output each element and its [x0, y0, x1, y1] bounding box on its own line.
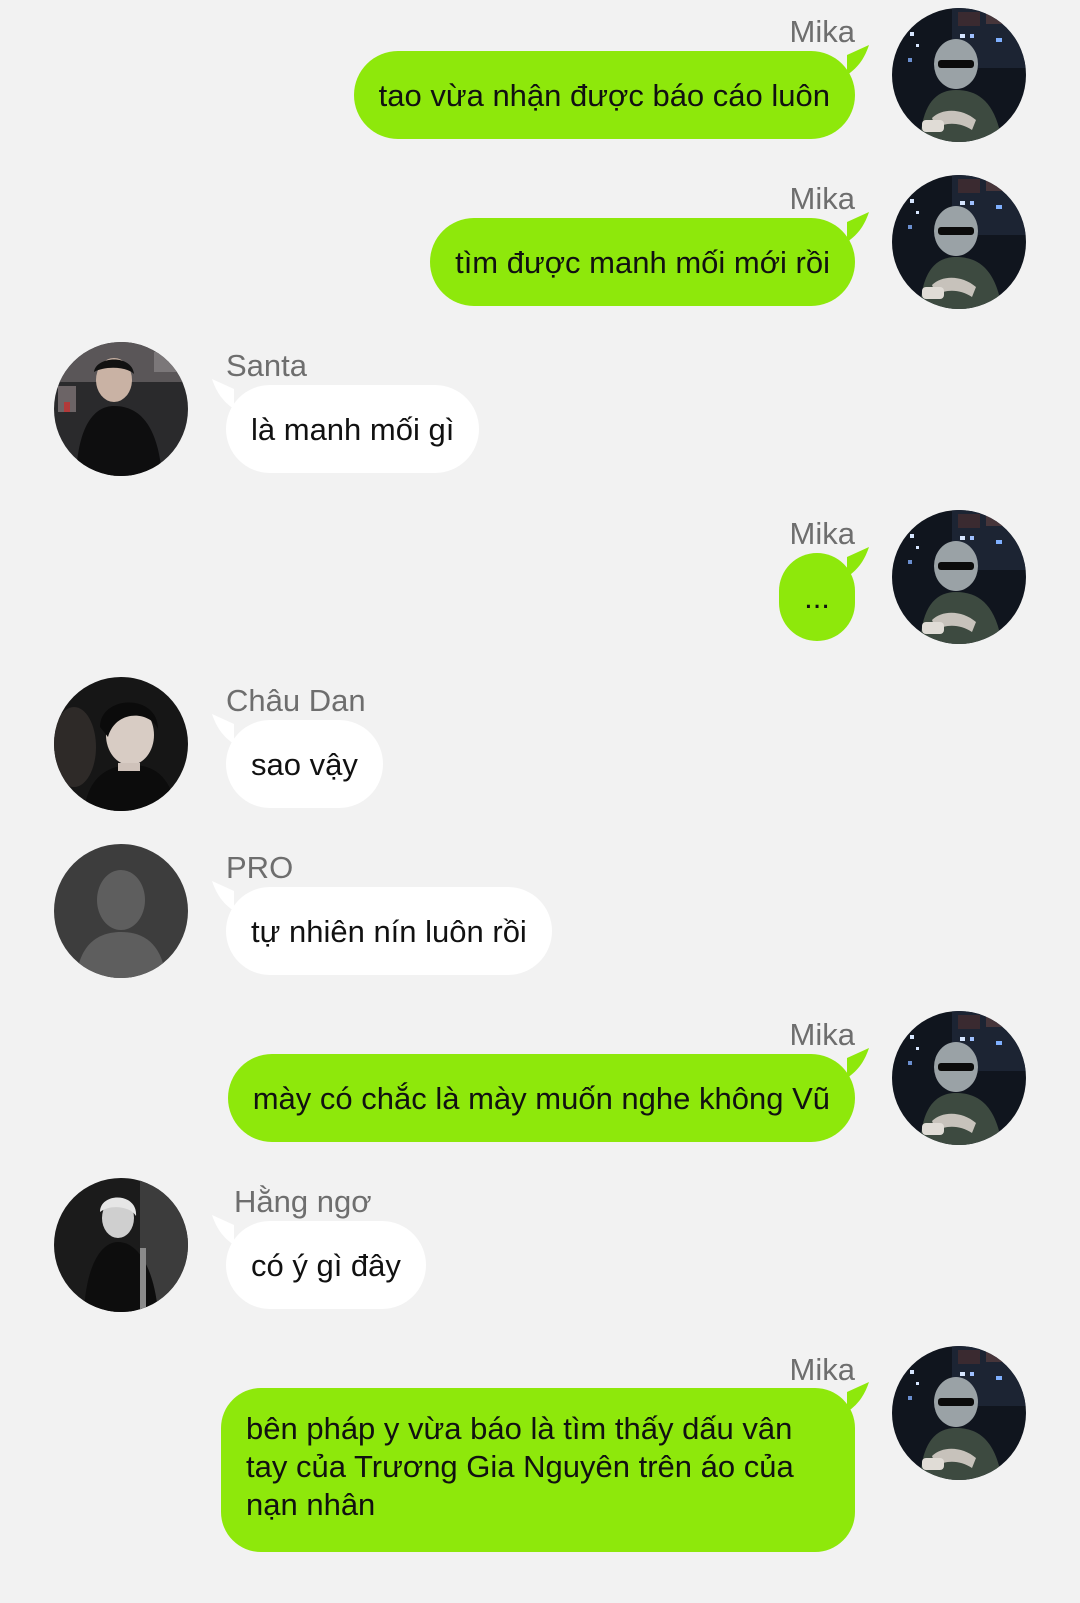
mika-avatar[interactable]: [892, 1011, 1026, 1145]
message-text: mày có chắc là mày muốn nghe không Vũ: [252, 1081, 830, 1116]
mika-avatar-image: [892, 175, 1026, 309]
message-text: là manh mối gì: [251, 412, 455, 447]
mika-avatar-image: [892, 8, 1026, 142]
mika-avatar[interactable]: [892, 1346, 1026, 1480]
mika-avatar-image: [892, 1346, 1026, 1480]
bubble-tail: [212, 379, 234, 409]
bubble-tail: [212, 1215, 234, 1245]
chau-dan-avatar-image: [54, 677, 188, 811]
santa-avatar-image: [54, 342, 188, 476]
chau-dan-avatar[interactable]: [54, 677, 188, 811]
outgoing-bubble[interactable]: bên pháp y vừa báo là tìm thấy dấu vân t…: [221, 1382, 869, 1552]
sender-name: Mika: [789, 181, 855, 216]
message-text: tự nhiên nín luôn rồi: [251, 914, 527, 949]
bubble-tail: [847, 1382, 869, 1412]
mika-avatar[interactable]: [892, 175, 1026, 309]
outgoing-bubble[interactable]: tìm được manh mối mới rồi: [430, 212, 869, 306]
bubble-tail: [847, 547, 869, 577]
outgoing-bubble[interactable]: ...: [779, 547, 869, 641]
mika-avatar[interactable]: [892, 8, 1026, 142]
message-text: tao vừa nhận được báo cáo luôn: [378, 78, 830, 113]
bubble-tail: [847, 45, 869, 75]
incoming-bubble[interactable]: là manh mối gì: [212, 379, 480, 473]
santa-avatar[interactable]: [54, 342, 188, 476]
sender-name: Mika: [789, 1352, 855, 1387]
sender-name: Hằng ngơ: [234, 1184, 372, 1219]
outgoing-bubble[interactable]: tao vừa nhận được báo cáo luôn: [353, 45, 869, 139]
mika-avatar[interactable]: [892, 510, 1026, 644]
default-user-avatar[interactable]: [54, 844, 188, 978]
hang-ngo-avatar[interactable]: [54, 1178, 188, 1312]
bubble-tail: [212, 881, 234, 911]
message-text: ...: [804, 580, 830, 615]
incoming-bubble[interactable]: có ý gì đây: [212, 1215, 426, 1309]
sender-name: Santa: [226, 348, 308, 383]
incoming-bubble[interactable]: sao vậy: [212, 714, 383, 808]
bubble-tail: [847, 1048, 869, 1078]
hang-ngo-avatar-image: [54, 1178, 188, 1312]
incoming-bubble[interactable]: tự nhiên nín luôn rồi: [212, 881, 552, 975]
sender-name: Mika: [789, 14, 855, 49]
message-text: bên pháp y vừa báo là tìm thấy dấu vân t…: [246, 1411, 794, 1522]
sender-name: Châu Dan: [226, 683, 366, 718]
default-user-icon: [54, 844, 188, 978]
mika-avatar-image: [892, 510, 1026, 644]
sender-name: PRO: [226, 850, 294, 885]
sender-name: Mika: [789, 1017, 855, 1052]
message-text: tìm được manh mối mới rồi: [455, 245, 830, 280]
message-text: có ý gì đây: [251, 1248, 401, 1283]
sender-name: Mika: [789, 516, 855, 551]
outgoing-bubble[interactable]: mày có chắc là mày muốn nghe không Vũ: [227, 1048, 869, 1142]
bubble-tail: [847, 212, 869, 242]
bubble-tail: [212, 714, 234, 744]
message-text: sao vậy: [251, 747, 358, 782]
mika-avatar-image: [892, 1011, 1026, 1145]
